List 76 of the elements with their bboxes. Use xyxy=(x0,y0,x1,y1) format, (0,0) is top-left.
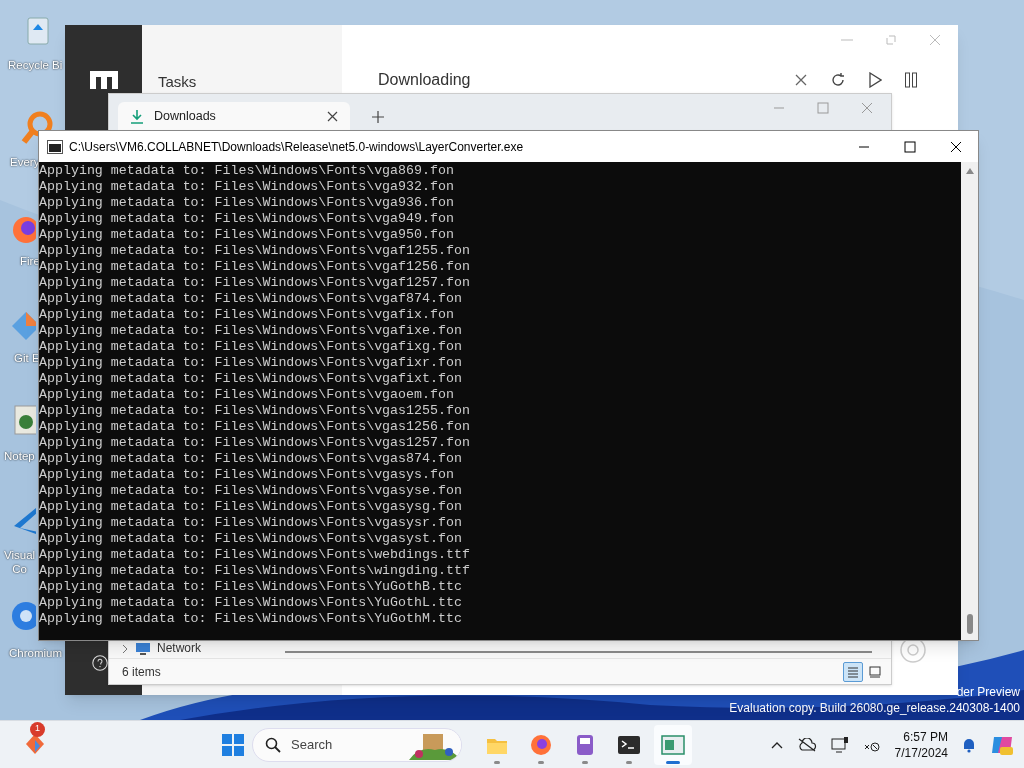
console-output-line: Applying metadata to: Files\Windows\Fonts\vgas1255.fon xyxy=(39,403,471,419)
maximize-icon[interactable] xyxy=(904,140,916,153)
tab-label: Downloads xyxy=(154,108,217,126)
console-output-line: Applying metadata to: Files\Windows\Fonts\vgaf1255.fon xyxy=(39,243,471,259)
console-output-line: Applying metadata to: Files\Windows\Fonts\vgaf1256.fon xyxy=(39,259,471,275)
desktop-icon-label: Chromium xyxy=(9,646,63,660)
console-output-line: Applying metadata to: Files\Windows\Fonts\vgas874.fon xyxy=(39,451,463,467)
cloud-off-icon[interactable] xyxy=(796,737,817,752)
new-tab-icon[interactable] xyxy=(372,111,384,123)
item-count: 6 items xyxy=(122,663,161,681)
console-output-line: Applying metadata to: Files\Windows\Fonts\webdings.ttf xyxy=(39,547,471,563)
console-output-line: Applying metadata to: Files\Windows\Fonts\YuGothB.ttc xyxy=(39,579,463,595)
clock-time: 6:57 PM xyxy=(903,728,948,745)
desktop-icon-label: Git E xyxy=(14,352,40,364)
console-output-line: Applying metadata to: Files\Windows\Fonts\vgasysr.fon xyxy=(39,515,463,531)
chevron-right-icon xyxy=(121,643,129,654)
console-output-line: Applying metadata to: Files\Windows\Fonts\vgasyst.fon xyxy=(39,531,463,547)
watermark-text: Evaluation copy. Build 26080.ge_release.240308-1400 xyxy=(729,700,1020,716)
help-icon[interactable] xyxy=(92,655,108,671)
console-output-line: Applying metadata to: Files\Windows\Fonts\vgas1256.fon xyxy=(39,419,471,435)
console-output-line: Applying metadata to: Files\Windows\Fonts\wingding.ttf xyxy=(39,563,471,579)
panel-title: Tasks xyxy=(158,73,197,90)
nav-item[interactable]: Network xyxy=(109,641,201,656)
download-icon xyxy=(130,109,144,124)
play-icon[interactable] xyxy=(868,72,882,88)
window-title: C:\Users\VM6.COLLABNET\Downloads\Release\net5.0-windows\LayerConverter.exe xyxy=(69,138,525,156)
console-output-line: Applying metadata to: Files\Windows\Fonts\vga936.fon xyxy=(39,195,455,211)
console-output-line: Applying metadata to: Files\Windows\Fonts\YuGothM.ttc xyxy=(39,611,463,627)
clock[interactable]: 6:57 PM 7/17/2024 xyxy=(894,728,948,761)
scrollbar-thumb[interactable] xyxy=(966,614,973,634)
notification-badge: 1 xyxy=(30,721,45,737)
console-output-line: Applying metadata to: Files\Windows\Fonts\vga949.fon xyxy=(39,211,455,227)
desktop-icon-label: Notep xyxy=(4,449,35,463)
close-icon[interactable] xyxy=(327,111,338,122)
console-output-line: Applying metadata to: Files\Windows\Fonts\vgasyse.fon xyxy=(39,483,463,499)
console-output-line: Applying metadata to: Files\Windows\Fonts\vgaoem.fon xyxy=(39,387,455,403)
desktop-icon-label: Every xyxy=(10,155,40,168)
start-icon[interactable] xyxy=(222,733,244,756)
network-icon xyxy=(135,641,151,656)
console-output-line: Applying metadata to: Files\Windows\Fonts\vgafixr.fon xyxy=(39,355,463,371)
horizontal-scrollbar[interactable] xyxy=(285,651,872,653)
explorer-tab[interactable]: Downloads xyxy=(118,102,350,131)
console-output-line: Applying metadata to: Files\Windows\Fonts\vga869.fon xyxy=(39,163,455,179)
chevron-up-icon[interactable] xyxy=(770,740,783,749)
console-output-line: Applying metadata to: Files\Windows\Fonts\vgafixt.fon xyxy=(39,371,463,387)
desktop-icon-label: Visual xyxy=(4,548,36,562)
tiles-icon xyxy=(869,665,881,678)
console-output-line: Applying metadata to: Files\Windows\Fonts\vga932.fon xyxy=(39,179,455,195)
vertical-scrollbar[interactable] xyxy=(961,162,978,640)
monitor-icon[interactable] xyxy=(830,736,849,753)
console-output-line: Applying metadata to: Files\Windows\Fonts\vgas1257.fon xyxy=(39,435,471,451)
console-icon xyxy=(47,139,63,154)
console-output-line: Applying metadata to: Files\Windows\Fonts\vgafixe.fon xyxy=(39,323,463,339)
clock-date: 7/17/2024 xyxy=(894,744,948,761)
console-output-line: Applying metadata to: Files\Windows\Fonts\vgaf1257.fon xyxy=(39,275,471,291)
bell-icon[interactable] xyxy=(962,736,976,753)
console-output-line: Applying metadata to: Files\Windows\Fonts\vga950.fon xyxy=(39,227,455,243)
desktop-icon-label: Recycle Bi xyxy=(8,58,63,72)
console-output-line: Applying metadata to: Files\Windows\Fonts\vgafixg.fon xyxy=(39,339,463,355)
scroll-up-icon[interactable] xyxy=(965,168,974,174)
console-output-line: Applying metadata to: Files\Windows\Fonts\vgasys.fon xyxy=(39,467,455,483)
list-icon xyxy=(847,665,859,678)
search-box[interactable]: Search xyxy=(252,727,462,762)
desktop-icon-label: Co xyxy=(12,562,27,576)
console-output-line: Applying metadata to: Files\Windows\Fonts\YuGothL.ttc xyxy=(39,595,463,611)
page-title: Downloading xyxy=(378,70,471,90)
refresh-icon[interactable] xyxy=(830,72,846,88)
search-icon xyxy=(265,736,281,753)
console-output-line: Applying metadata to: Files\Windows\Fonts\vgafix.fon xyxy=(39,307,455,323)
console-output-line: Applying metadata to: Files\Windows\Fonts\vgasysg.fon xyxy=(39,499,463,515)
search-placeholder: Search xyxy=(291,735,334,754)
pause-icon[interactable] xyxy=(904,72,918,88)
close-icon[interactable] xyxy=(950,140,962,153)
details-view-button[interactable] xyxy=(843,661,863,682)
app-logo[interactable] xyxy=(89,71,118,89)
console-output-line: Applying metadata to: Files\Windows\Fonts\vgaf874.fon xyxy=(39,291,463,307)
